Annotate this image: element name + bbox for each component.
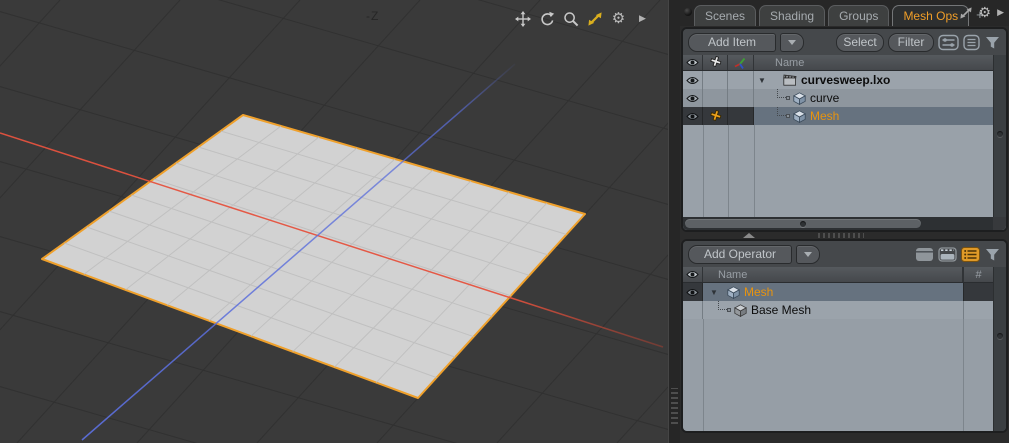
operator-label: Base Mesh	[751, 303, 811, 317]
select-button[interactable]: Select	[836, 33, 884, 52]
item-tree: Name ▼	[683, 55, 1006, 230]
funnel-filter-icon[interactable]	[984, 247, 1001, 262]
rows-icon[interactable]	[915, 247, 934, 262]
list-icon[interactable]	[963, 34, 980, 51]
viewport-flyout-icon[interactable]: ▶	[634, 10, 651, 27]
tab-scenes[interactable]: Scenes	[694, 5, 756, 26]
count-column-header[interactable]: #	[963, 267, 993, 282]
base-mesh-cube-icon	[734, 304, 747, 317]
item-row-curve[interactable]: curve	[683, 89, 993, 107]
tab-groups[interactable]: Groups	[828, 5, 889, 26]
visibility-column-eye-icon[interactable]	[683, 55, 703, 70]
move-icon[interactable]	[514, 10, 531, 27]
axis-tripod-column-icon[interactable]	[728, 55, 754, 70]
zoom-icon[interactable]	[562, 10, 579, 27]
section-splitter[interactable]	[680, 231, 1009, 239]
add-operator-dropdown-button[interactable]	[796, 245, 820, 264]
expand-panel-icon[interactable]	[959, 6, 973, 20]
marquee-icon[interactable]	[938, 247, 957, 262]
operator-row-base-mesh[interactable]: Base Mesh	[683, 301, 993, 319]
item-label: Mesh	[810, 109, 839, 123]
eye-icon[interactable]	[683, 71, 703, 89]
expander-icon[interactable]: ▼	[757, 76, 767, 85]
visibility-column-eye-icon[interactable]	[683, 267, 703, 282]
mesh-cube-icon	[727, 286, 740, 299]
add-item-dropdown-button[interactable]	[780, 33, 804, 52]
panel-settings-gear-icon[interactable]: ⚙	[979, 5, 992, 20]
viewport-canvas	[0, 0, 668, 443]
operator-tree-empty-area[interactable]	[683, 319, 993, 431]
mesh-cube-icon	[793, 92, 806, 105]
mesh-cube-icon	[793, 110, 806, 123]
panel-flyout-icon[interactable]: ▶	[997, 8, 1004, 17]
eye-cell[interactable]	[683, 301, 703, 319]
collapse-up-icon[interactable]	[743, 233, 755, 238]
item-tree-horizontal-scrollbar[interactable]	[683, 217, 993, 230]
item-tree-header: Name	[683, 55, 993, 71]
edit-cross-cell[interactable]	[703, 71, 728, 89]
operator-tree-header: Name #	[683, 267, 993, 283]
expander-icon[interactable]: ▼	[709, 288, 719, 297]
add-operator-button[interactable]: Add Operator	[688, 245, 792, 264]
maximize-icon[interactable]	[586, 10, 603, 27]
divider-grip[interactable]	[671, 388, 678, 424]
item-row-curvesweep[interactable]: ▼ curvesweep.lxo	[683, 71, 993, 89]
scrollbar-handle[interactable]	[685, 219, 921, 228]
item-label: curvesweep.lxo	[801, 73, 890, 87]
axis-cell[interactable]	[728, 107, 754, 125]
item-tree-empty-area[interactable]	[683, 125, 993, 217]
panel-tab-bar: Scenes Shading Groups Mesh Ops + ⚙ ▶	[680, 0, 1009, 26]
item-label: curve	[810, 91, 839, 105]
mesh-ops-panel: Scenes Shading Groups Mesh Ops + ⚙ ▶	[680, 0, 1009, 443]
filter-button[interactable]: Filter	[888, 33, 934, 52]
operator-tree-vertical-scrollbar[interactable]	[993, 267, 1006, 431]
tree-branch-line	[775, 107, 793, 125]
eye-icon[interactable]	[683, 89, 703, 107]
axis-cell[interactable]	[728, 71, 754, 89]
name-column-header[interactable]: Name	[754, 55, 993, 70]
rotate-icon[interactable]	[538, 10, 555, 27]
funnel-filter-icon[interactable]	[984, 35, 1001, 50]
tree-branch-line	[716, 301, 734, 319]
add-item-button[interactable]: Add Item	[688, 33, 776, 52]
item-list-toolbar: Add Item Select Filter	[683, 29, 1006, 55]
active-mesh-cross-icon[interactable]	[703, 107, 728, 125]
viewport-settings-gear-icon[interactable]: ⚙	[610, 10, 627, 27]
edit-cross-column-icon[interactable]	[703, 55, 728, 70]
panel-knob-icon[interactable]	[684, 8, 692, 16]
eye-icon[interactable]	[683, 107, 703, 125]
axis-cell[interactable]	[728, 89, 754, 107]
panel-divider[interactable]	[668, 0, 680, 443]
scrollbar-corner	[993, 217, 1006, 230]
viewport-toolbar: ⚙ ▶	[514, 10, 651, 27]
eye-icon[interactable]	[683, 283, 703, 301]
application-window: -Z	[0, 0, 1009, 443]
chevron-down-icon	[788, 40, 796, 45]
operator-row-mesh[interactable]: ▼ Mesh	[683, 283, 993, 301]
edit-cross-cell[interactable]	[703, 89, 728, 107]
scene-clapperboard-icon	[783, 74, 797, 86]
operator-tree: Name # ▼	[683, 267, 1006, 431]
splitter-grip[interactable]	[818, 233, 864, 238]
item-row-mesh[interactable]: Mesh	[683, 107, 993, 125]
operator-label: Mesh	[744, 285, 773, 299]
tab-shading[interactable]: Shading	[759, 5, 825, 26]
list-active-icon[interactable]	[961, 247, 980, 262]
count-cell	[963, 301, 993, 319]
sliders-icon[interactable]	[938, 34, 959, 51]
item-tree-vertical-scrollbar[interactable]	[993, 55, 1006, 217]
tree-branch-line	[775, 89, 793, 107]
name-column-header[interactable]: Name	[703, 267, 963, 282]
count-cell	[963, 283, 993, 301]
viewport-axis-label: -Z	[366, 9, 379, 23]
operator-list-section: Add Operator	[681, 239, 1008, 433]
chevron-down-icon	[804, 252, 812, 257]
operator-toolbar: Add Operator	[683, 241, 1006, 267]
3d-viewport[interactable]: -Z	[0, 0, 668, 443]
item-list-section: Add Item Select Filter	[681, 27, 1008, 232]
